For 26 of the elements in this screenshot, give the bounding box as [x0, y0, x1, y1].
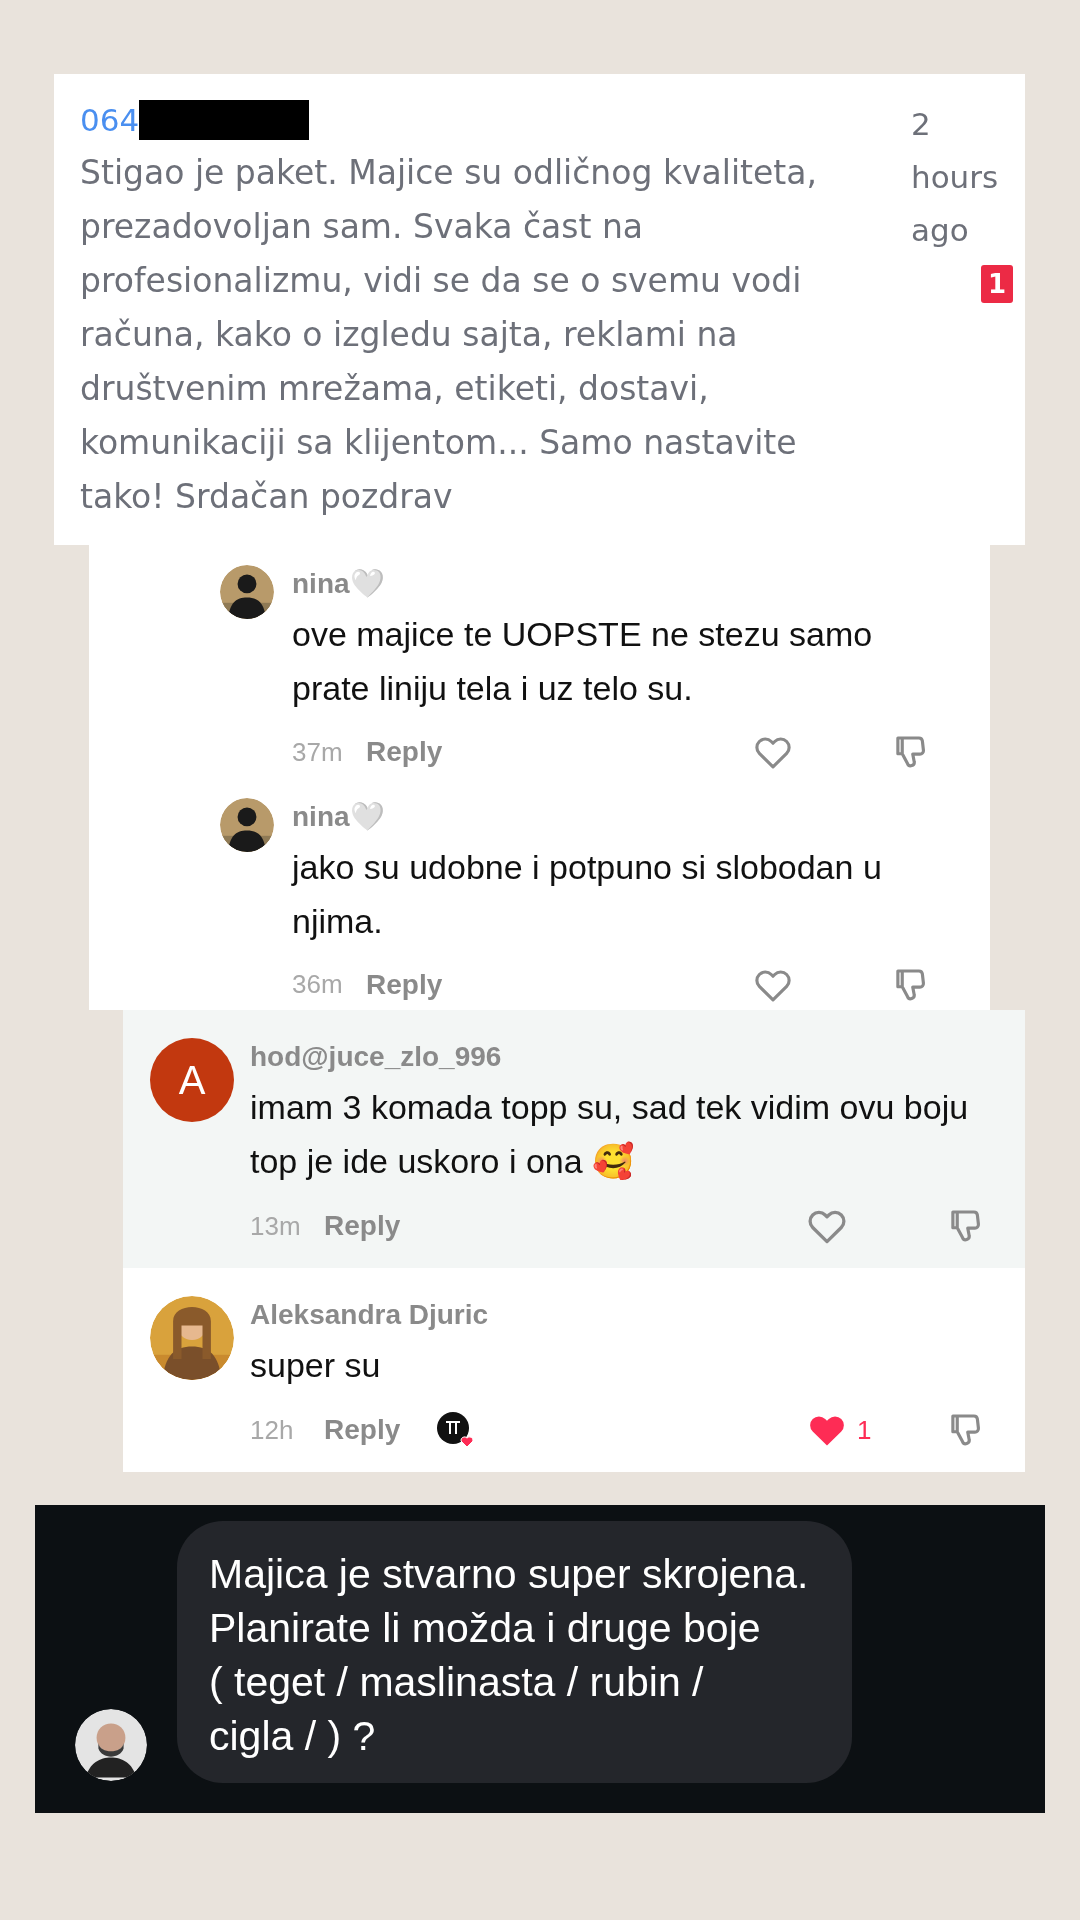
reply-button[interactable]: Reply [366, 963, 443, 1006]
comment-time: 13m [250, 1209, 302, 1243]
username[interactable]: Aleksandra Djuric [250, 1296, 1003, 1334]
comment-time: 37m [292, 735, 344, 769]
reply-button[interactable]: Reply [324, 1409, 401, 1451]
comment-text: super su [250, 1345, 382, 1386]
message-line: cigla / ) ? [209, 1712, 376, 1761]
comment-text: imam 3 komada topp su, sad tek vidim ovu boju top je ide uskoro i ona 🥰 [250, 1087, 970, 1182]
phone-number[interactable]: 064 [80, 96, 140, 144]
reply-button[interactable]: Reply [366, 731, 443, 773]
reply-button[interactable]: Reply [324, 1205, 401, 1247]
count-badge: 1 [980, 265, 1013, 303]
comment-time: 12h [250, 1413, 295, 1447]
username[interactable]: nina🤍 [292, 797, 950, 836]
review-time: 2 hours ago [911, 105, 1000, 250]
message-line: Planirate li možda i druge boje [209, 1604, 761, 1653]
comment-text: ove majice te UOPSTE ne stezu samo prate liniju tela i uz telo su. [292, 614, 874, 709]
review-text: Stigao je paket. Majice su odličnog kvaliteta, prezadovoljan sam. Svaka čast na profesionalizmu, vidi se da se o svemu vodi računa, kako o izgledu sajta, reklami na društvenim mrežama, etiketi, dostavi, komunikaciji sa klijentom... Samo nastavite tako! Srdačan pozdrav [80, 152, 818, 518]
like-count: 1 [857, 1413, 872, 1447]
username[interactable]: hod@juce_zlo_996 [250, 1038, 1003, 1076]
comment-time: 36m [292, 968, 344, 1001]
message-line: Majica je stvarno super skrojena. [209, 1550, 809, 1599]
username[interactable]: nina🤍 [292, 565, 950, 603]
comment-text: jako su udobne i potpuno si slobodan u njima. [292, 846, 883, 942]
avatar: A [150, 1038, 234, 1122]
message-line: ( teget / maslinasta / rubin / [209, 1658, 704, 1707]
